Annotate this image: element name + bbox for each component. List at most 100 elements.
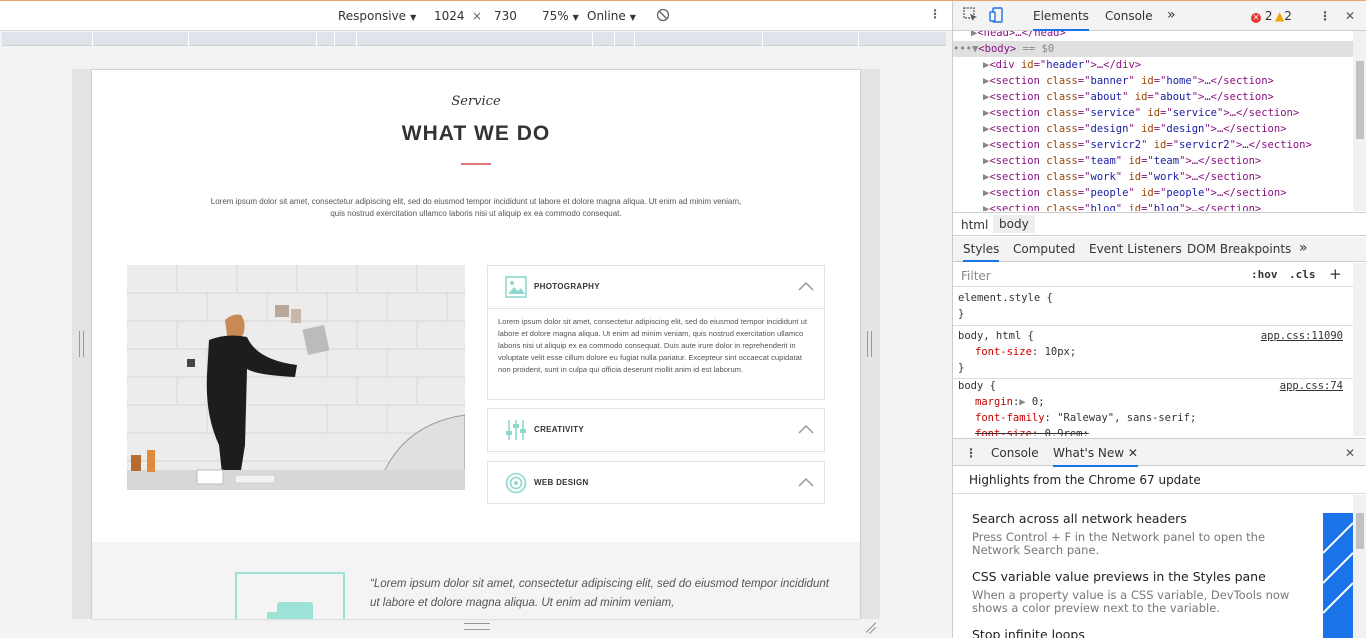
left-resize-handle[interactable] (79, 331, 84, 357)
dom-node-body[interactable]: •••▼<body> == $0 (953, 41, 1353, 57)
whats-new-list: Search across all network headers Press … (953, 495, 1366, 638)
news-title[interactable]: Stop infinite loops (972, 627, 1085, 638)
accordion-body: Lorem ipsum dolor sit amet, consectetur … (488, 308, 824, 386)
devtools-menu-icon[interactable]: ⋮ (1319, 9, 1331, 23)
news-title[interactable]: Search across all network headers (972, 511, 1187, 526)
image-icon (505, 276, 527, 298)
dom-node-section[interactable]: ▶<section class="blog" id="blog">…</sect… (983, 201, 1366, 211)
accordion-header-web-design[interactable]: WEB DESIGN (488, 462, 824, 504)
title-divider (461, 163, 491, 165)
news-description: Press Control + F in the Network panel t… (972, 530, 1266, 557)
accordion-title: PHOTOGRAPHY (534, 282, 600, 291)
bottom-resize-handle[interactable] (464, 623, 490, 630)
cls-toggle[interactable]: .cls (1289, 268, 1316, 281)
dimension-times: × (472, 9, 483, 23)
chevron-up-icon[interactable] (798, 475, 814, 491)
warning-count[interactable]: ▲2 (1275, 9, 1292, 23)
drawer-menu-icon[interactable]: ⋮ (965, 446, 977, 460)
dom-scrollbar[interactable] (1353, 31, 1366, 211)
dom-node-section[interactable]: ▶<section class="people" id="people">…</… (983, 185, 1366, 201)
device-viewport-area: Responsive ▼ 1024 × 730 75% ▼ Online ▼ ⋮ Se… (0, 1, 952, 638)
warning-icon: ▲ (1275, 9, 1285, 23)
tab-dom-breakpoints[interactable]: DOM Breakpoints (1187, 242, 1291, 256)
corner-resize-grip[interactable] (862, 621, 876, 635)
media-query-ruler[interactable] (2, 32, 946, 46)
target-icon (505, 472, 527, 494)
accordion-header-creativity[interactable]: CREATIVITY (488, 409, 824, 451)
accordion-creativity: CREATIVITY (487, 408, 825, 452)
right-resize-handle[interactable] (867, 331, 872, 357)
news-illustration (1322, 513, 1354, 638)
rule-selector[interactable]: body { (958, 378, 996, 394)
accordion-title: CREATIVITY (534, 425, 584, 434)
whats-new-highlight: Highlights from the Chrome 67 update (953, 467, 1366, 494)
height-input[interactable]: 730 (494, 9, 517, 23)
new-rule-button[interactable]: + (1329, 265, 1342, 283)
dom-node-div[interactable]: ▶<div id="header">…</div> (983, 57, 1366, 73)
drawer-tab-console[interactable]: Console (991, 446, 1039, 460)
dom-node-section[interactable]: ▶<section class="about" id="about">…</se… (983, 89, 1366, 105)
breadcrumb: html body (953, 212, 1366, 236)
tab-event-listeners[interactable]: Event Listeners (1089, 242, 1182, 256)
source-link[interactable]: app.css:11090 (1261, 328, 1343, 344)
rotate-icon[interactable] (656, 8, 670, 25)
testimonial-section: “Lorem ipsum dolor sit amet, consectetur… (92, 542, 860, 619)
drawer-tabbar: ⋮ Console What's New ✕ ✕ (953, 438, 1366, 467)
element-style-selector[interactable]: element.style { (958, 290, 1053, 306)
dom-node-head[interactable]: ▶<head>…</head> (971, 31, 1366, 41)
close-drawer-icon[interactable]: ✕ (1345, 446, 1355, 460)
section-intro-text: Lorem ipsum dolor sit amet, consectetur … (210, 197, 742, 218)
chevron-up-icon[interactable] (798, 279, 814, 295)
error-count[interactable]: ✕ 2 (1251, 9, 1272, 23)
styles-tabbar: Styles Computed Event Listeners DOM Brea… (953, 237, 1366, 262)
more-options-icon[interactable]: ⋮ (929, 7, 941, 21)
section-title: WHAT WE DO (401, 122, 551, 145)
breadcrumb-html[interactable]: html (961, 218, 988, 232)
accordion-header-photography[interactable]: PHOTOGRAPHY (488, 266, 824, 308)
dom-node-section[interactable]: ▶<section class="banner" id="home">…</se… (983, 73, 1366, 89)
dom-node-section[interactable]: ▶<section class="team" id="team">…</sect… (983, 153, 1366, 169)
inspect-element-icon[interactable] (963, 7, 978, 25)
news-scrollbar[interactable] (1353, 495, 1366, 638)
dom-node-section[interactable]: ▶<section class="work" id="work">…</sect… (983, 169, 1366, 185)
style-declaration[interactable]: font-family: "Raleway", sans-serif; (975, 410, 1196, 426)
device-toggle-icon[interactable] (989, 7, 1004, 26)
tab-computed[interactable]: Computed (1013, 242, 1075, 256)
testimonial-quote: “Lorem ipsum dolor sit amet, consectetur… (370, 578, 829, 609)
rule-selector[interactable]: body, html { (958, 328, 1034, 344)
device-toolbar: Responsive ▼ 1024 × 730 75% ▼ Online ▼ ⋮ (0, 1, 952, 31)
service-photo (127, 265, 465, 490)
width-input[interactable]: 1024 (434, 9, 465, 23)
tab-console[interactable]: Console (1105, 9, 1153, 23)
accordion-title: WEB DESIGN (534, 478, 589, 487)
close-tab-icon[interactable]: ✕ (1128, 446, 1138, 460)
dom-node-section[interactable]: ▶<section class="servicr2" id="servicr2"… (983, 137, 1366, 153)
styles-scrollbar[interactable] (1353, 263, 1366, 436)
styles-filter: Filter :hov .cls + (953, 263, 1366, 287)
section-script-heading: Service (451, 94, 501, 109)
tab-elements[interactable]: Elements (1033, 9, 1089, 31)
filter-input[interactable]: Filter (961, 269, 991, 283)
accordion-web-design: WEB DESIGN (487, 461, 825, 504)
tab-styles[interactable]: Styles (963, 242, 1000, 262)
dom-tree: ▶<head>…</head> •••▼<body> == $0 ▶<div i… (953, 31, 1366, 211)
more-tabs-button[interactable]: » (1167, 7, 1176, 23)
more-style-tabs[interactable]: » (1299, 240, 1308, 256)
hov-toggle[interactable]: :hov (1251, 268, 1278, 281)
style-declaration[interactable]: margin:▶ 0; (975, 394, 1045, 410)
dom-node-section[interactable]: ▶<section class="design" id="design">…</… (983, 121, 1366, 137)
style-declaration-overridden[interactable]: font-size: 0.9rem; (975, 426, 1089, 436)
zoom-select[interactable]: 75% ▼ (542, 9, 579, 23)
style-declaration[interactable]: font-size: 10px; (975, 344, 1076, 360)
device-select[interactable]: Responsive ▼ (338, 9, 416, 23)
browser-window: Responsive ▼ 1024 × 730 75% ▼ Online ▼ ⋮ Se… (0, 0, 1366, 638)
close-devtools-icon[interactable]: ✕ (1345, 9, 1355, 23)
news-description: When a property value is a CSS variable,… (972, 588, 1290, 615)
chevron-up-icon[interactable] (798, 422, 814, 438)
drawer-tab-whats-new[interactable]: What's New ✕ (1053, 446, 1138, 467)
network-throttle-select[interactable]: Online ▼ (587, 9, 636, 23)
breadcrumb-body[interactable]: body (993, 215, 1035, 233)
news-title[interactable]: CSS variable value previews in the Style… (972, 569, 1266, 584)
source-link[interactable]: app.css:74 (1280, 378, 1343, 394)
dom-node-section[interactable]: ▶<section class="service" id="service">…… (983, 105, 1366, 121)
